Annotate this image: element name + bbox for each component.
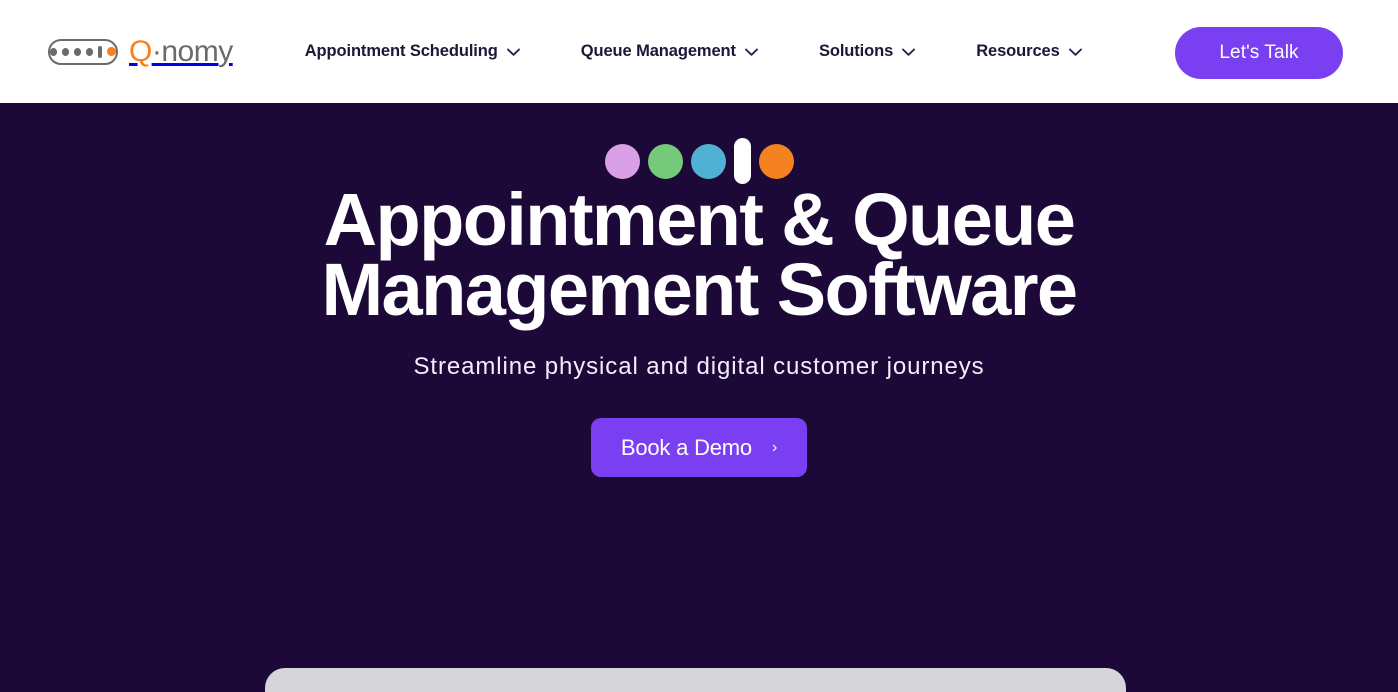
nav-item-queue-management[interactable]: Queue Management	[581, 34, 788, 69]
nav-item-solutions[interactable]: Solutions	[819, 34, 945, 69]
nav-item-label: Resources	[976, 42, 1060, 60]
hero-decoration-dots	[0, 103, 1398, 184]
site-logo[interactable]: Q·nomy	[48, 34, 233, 68]
logo-dot-1	[50, 47, 58, 56]
logo-bar	[98, 45, 103, 58]
hero-dot-orange	[758, 143, 794, 179]
chevron-down-icon	[902, 48, 916, 56]
hero-dot-blue	[690, 143, 726, 179]
nav-item-label: Queue Management	[580, 42, 736, 60]
hero-dot-green	[647, 143, 683, 179]
hero-dot-violet	[604, 143, 640, 179]
nav-item-label: Solutions	[818, 42, 894, 60]
page-title-line-1: Appointment & Queue	[323, 178, 1076, 261]
chevron-right-icon: ›	[771, 438, 778, 456]
logo-wordmark-nomy: ·nomy	[151, 34, 233, 68]
logo-dot-3	[73, 47, 82, 56]
lets-talk-button[interactable]: Let's Talk	[1175, 27, 1343, 79]
nav-item-appointment-scheduling[interactable]: Appointment Scheduling	[305, 34, 550, 69]
page-title-line-2: Management Software	[321, 248, 1079, 331]
page-title: Appointment & Queue Management Software	[0, 178, 1398, 331]
primary-navigation: Appointment Scheduling Queue Management …	[305, 34, 1112, 69]
chevron-down-icon	[744, 48, 758, 56]
nav-item-label: Appointment Scheduling	[304, 42, 498, 60]
logo-dot-accent	[107, 46, 116, 57]
page-subtitle: Streamline physical and digital customer…	[413, 353, 985, 380]
hero-cta-container: Book a Demo ›	[0, 418, 1398, 477]
chevron-down-icon	[506, 48, 520, 56]
logo-dot-4	[85, 47, 94, 56]
qnomy-logo-mark-icon	[48, 38, 118, 65]
chevron-down-icon	[1068, 48, 1082, 56]
hero-media-card	[265, 668, 1126, 692]
site-header: Q·nomy Appointment Scheduling Queue Mana…	[0, 0, 1398, 103]
book-a-demo-button[interactable]: Book a Demo ›	[590, 418, 808, 477]
book-a-demo-label: Book a Demo	[620, 434, 752, 460]
logo-wordmark-q: Q	[129, 34, 152, 68]
logo-dot-2	[61, 47, 70, 56]
logo-wordmark: Q·nomy	[129, 34, 233, 68]
nav-item-resources[interactable]: Resources	[976, 34, 1111, 69]
hero-section: Appointment & Queue Management Software …	[0, 103, 1398, 692]
